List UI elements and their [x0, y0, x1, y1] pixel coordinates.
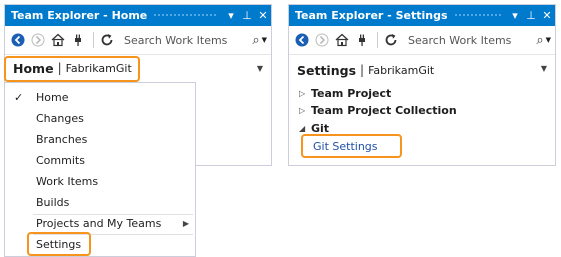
window-title: Team Explorer - Settings — [295, 9, 448, 22]
menu-item-work-items[interactable]: Work Items — [5, 171, 195, 192]
search-icon[interactable]: ⌕ — [536, 33, 543, 48]
window-title: Team Explorer - Home — [11, 9, 148, 22]
toolbar: Search Work Items ⌕ ▼ — [5, 26, 271, 55]
page-title: Settings — [297, 62, 357, 78]
search-placeholder: Search Work Items — [124, 33, 228, 47]
section-label: Team Project Collection — [311, 103, 457, 117]
menu-item-builds[interactable]: Builds — [5, 192, 195, 213]
menu-item-label: Commits — [36, 154, 85, 167]
search-dropdown-arrow-icon[interactable]: ▼ — [262, 36, 267, 44]
pin-button[interactable]: ⊥ — [523, 5, 539, 26]
collapsed-arrow-icon[interactable]: ▷ — [299, 106, 311, 115]
menu-item-home[interactable]: ✓ Home — [5, 87, 195, 108]
check-icon: ✓ — [14, 91, 24, 104]
menu-item-label: Projects and My Teams — [36, 217, 162, 230]
title-bar: Team Explorer - Home ▾ ⊥ ✕ — [5, 5, 271, 26]
search-placeholder: Search Work Items — [408, 33, 512, 47]
forward-icon[interactable] — [313, 31, 331, 49]
home-header-highlight — [4, 56, 140, 82]
search-work-items-box[interactable]: Search Work Items ⌕ ▼ — [408, 30, 551, 50]
connect-icon[interactable] — [69, 31, 87, 49]
refresh-icon[interactable] — [382, 31, 400, 49]
section-label: Git — [311, 121, 330, 135]
menu-item-branches[interactable]: Branches — [5, 129, 195, 150]
pin-button[interactable]: ⊥ — [239, 5, 255, 26]
toolbar-separator — [93, 32, 94, 48]
menu-item-label: Branches — [36, 133, 88, 146]
close-button[interactable]: ✕ — [539, 5, 555, 26]
search-icon[interactable]: ⌕ — [252, 33, 259, 48]
submenu-arrow-icon: ▶ — [182, 219, 189, 228]
git-settings-highlight — [301, 134, 402, 158]
title-grip — [153, 13, 217, 18]
collapsed-arrow-icon[interactable]: ▷ — [299, 89, 311, 98]
search-work-items-box[interactable]: Search Work Items ⌕ ▼ — [124, 30, 267, 50]
section-team-project-collection[interactable]: ▷ Team Project Collection — [299, 101, 457, 119]
header-dropdown-arrow-icon[interactable]: ▼ — [257, 64, 263, 73]
menu-item-label: Work Items — [36, 175, 99, 188]
menu-item-label: Home — [36, 91, 69, 104]
title-grip — [453, 13, 501, 18]
menu-item-label: Changes — [36, 112, 84, 125]
connect-icon[interactable] — [353, 31, 371, 49]
refresh-icon[interactable] — [98, 31, 116, 49]
search-dropdown-arrow-icon[interactable]: ▼ — [546, 36, 551, 44]
toolbar-separator — [377, 32, 378, 48]
project-name: FabrikamGit — [368, 63, 435, 77]
back-icon[interactable] — [9, 31, 27, 49]
menu-item-commits[interactable]: Commits — [5, 150, 195, 171]
header-dropdown-arrow-icon[interactable]: ▼ — [541, 64, 547, 73]
settings-menu-highlight — [27, 232, 91, 256]
navigation-menu: ✓ Home Changes Branches Commits Work Ite… — [4, 82, 196, 257]
page-header[interactable]: Settings | FabrikamGit ▼ — [289, 55, 555, 85]
section-team-project[interactable]: ▷ Team Project — [299, 84, 391, 102]
forward-icon[interactable] — [29, 31, 47, 49]
window-menu-button[interactable]: ▾ — [507, 5, 523, 26]
menu-item-projects-and-my-teams[interactable]: Projects and My Teams ▶ — [5, 213, 195, 234]
menu-item-label: Builds — [36, 196, 70, 209]
home-icon[interactable] — [49, 31, 67, 49]
home-icon[interactable] — [333, 31, 351, 49]
menu-item-changes[interactable]: Changes — [5, 108, 195, 129]
title-bar: Team Explorer - Settings ▾ ⊥ ✕ — [289, 5, 555, 26]
section-label: Team Project — [311, 86, 392, 100]
toolbar: Search Work Items ⌕ ▼ — [289, 26, 555, 55]
expanded-arrow-icon[interactable]: ◢ — [299, 124, 311, 133]
header-separator: | — [360, 63, 365, 77]
close-button[interactable]: ✕ — [255, 5, 271, 26]
back-icon[interactable] — [293, 31, 311, 49]
window-menu-button[interactable]: ▾ — [223, 5, 239, 26]
